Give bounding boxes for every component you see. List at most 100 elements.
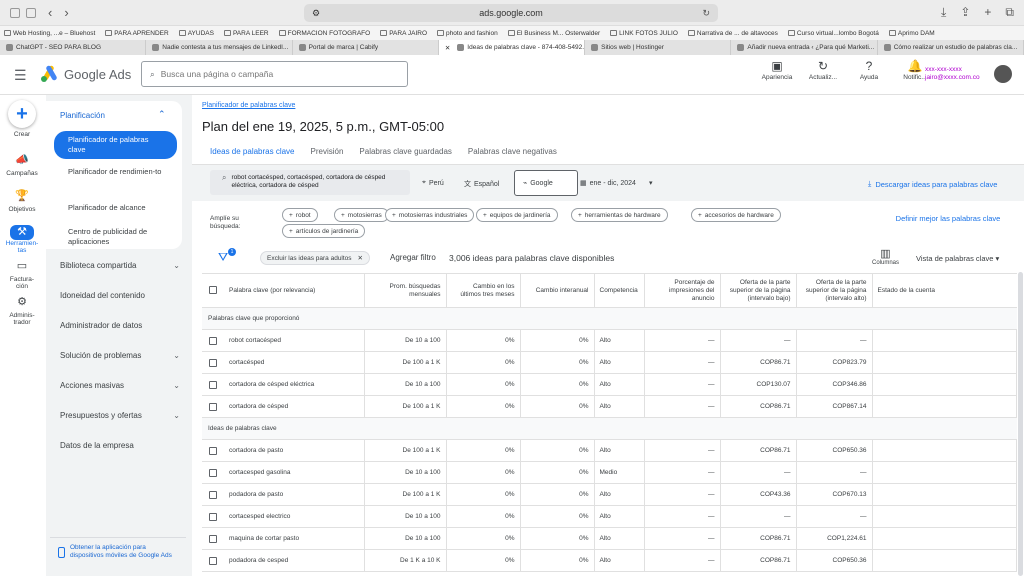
tab-saved-keywords[interactable]: Palabras clave guardadas: [351, 145, 460, 166]
close-icon[interactable]: ✕: [445, 44, 450, 52]
row-checkbox[interactable]: [209, 468, 217, 477]
scrollbar[interactable]: [1018, 272, 1023, 576]
rail-item-create[interactable]: Crear: [0, 131, 44, 138]
nav-group-item[interactable]: Datos de la empresa: [60, 441, 180, 450]
nav-reach-planner[interactable]: Planificador de alcance: [54, 199, 177, 217]
row-checkbox[interactable]: [209, 512, 217, 521]
col-bid-high[interactable]: Oferta de la parte superior de la página…: [796, 273, 873, 308]
browser-tab[interactable]: Portal de marca | Cabify: [293, 40, 439, 55]
nav-group-item[interactable]: Presupuestos y ofertas ⌄: [60, 411, 180, 420]
table-row[interactable]: cortacesped electrico De 10 a 100 0% 0% Alto…: [202, 505, 1017, 528]
nav-group-item[interactable]: Acciones masivas ⌄: [60, 381, 180, 390]
broaden-chip[interactable]: + artículos de jardinería: [282, 224, 366, 238]
table-row[interactable]: podadora de pasto De 100 a 1 K 0% 0% Alto — CO…: [202, 483, 1017, 506]
back-icon[interactable]: ‹: [48, 5, 52, 20]
header-appearance-button[interactable]: ▣ Apariencia: [760, 59, 794, 81]
keyword-query-box[interactable]: ⌕ robot cortacésped, cortacésped, cortad…: [210, 170, 410, 195]
browser-tab[interactable]: Cómo realizar un estudio de palabras cla…: [878, 40, 1024, 55]
header-help-button[interactable]: ? Ayuda: [852, 59, 886, 81]
browser-tab[interactable]: Nadie contesta a tus mensajes de LinkedI…: [146, 40, 293, 55]
rail-item-tools[interactable]: ⚒ Herramien-tas: [0, 225, 44, 254]
bookmark-item[interactable]: AYUDAS: [178, 30, 214, 37]
table-row[interactable]: robot cortacésped De 10 a 100 0% 0% Alto — — —: [202, 329, 1017, 352]
browser-tab[interactable]: ✕ Ideas de palabras clave - 874-408-5492.…: [438, 40, 586, 55]
col-account-status[interactable]: Estado de la cuenta: [872, 273, 1017, 308]
account-info[interactable]: xxx-xxx-xxxx jairo@xxxx.com.co: [925, 66, 980, 82]
breadcrumb[interactable]: Planificador de palabras clave: [202, 102, 295, 109]
tab-forecast[interactable]: Previsión: [303, 145, 352, 166]
create-button[interactable]: +: [8, 100, 36, 128]
nav-group-item[interactable]: Biblioteca compartida ⌄: [60, 261, 180, 270]
bookmark-item[interactable]: PARA JAIRO: [380, 30, 427, 37]
chevron-up-icon[interactable]: ⌃: [158, 109, 166, 120]
tab-keyword-ideas[interactable]: Ideas de palabras clave: [202, 145, 303, 166]
col-three-month-change[interactable]: Cambio en los últimos tres meses: [446, 273, 521, 308]
broaden-chip[interactable]: + accesorios de hardware: [691, 208, 781, 222]
network-filter[interactable]: ⌁ Google: [514, 170, 578, 196]
close-icon[interactable]: ✕: [358, 254, 363, 262]
rail-item-billing[interactable]: ▭ Factura-ción: [0, 261, 44, 291]
table-row[interactable]: cortacesped gasolina De 10 a 100 0% 0% Medio…: [202, 461, 1017, 484]
share-icon[interactable]: ⇪: [960, 5, 970, 20]
bookmark-item[interactable]: Web Hosting, ...e – Bluehost: [4, 30, 95, 37]
rail-item-admin[interactable]: ⚙ Adminis-trador: [0, 297, 44, 327]
col-yoy-change[interactable]: Cambio interanual: [520, 273, 595, 308]
nav-group-item[interactable]: Administrador de datos: [60, 321, 180, 330]
row-checkbox[interactable]: [209, 534, 217, 543]
chevron-down-icon[interactable]: ⌄: [173, 351, 180, 360]
col-keyword[interactable]: Palabra clave (por relevancia): [224, 273, 365, 308]
browser-tab[interactable]: ChatGPT - SEO PARA BLOG: [0, 40, 147, 55]
row-checkbox[interactable]: [209, 446, 217, 455]
address-bar[interactable]: ⚙ ads.google.com ↻: [304, 4, 718, 22]
download-icon[interactable]: ⤓: [941, 5, 946, 20]
nav-performance-planner[interactable]: Planificador de rendimien-to: [54, 163, 177, 181]
browser-tab[interactable]: Sitios web | Hostinger: [585, 40, 732, 55]
bookmark-item[interactable]: El Business M... Osterwalder: [507, 30, 600, 37]
filter-icon[interactable]: ⛛: [218, 250, 228, 265]
chevron-down-icon[interactable]: ⌄: [173, 261, 180, 270]
col-avg-searches[interactable]: Prom. búsquedas mensuales: [364, 273, 447, 308]
bookmark-item[interactable]: PARA LEER: [223, 30, 269, 37]
table-row[interactable]: maquina de cortar pasto De 10 a 100 0% 0% Al…: [202, 527, 1017, 550]
row-checkbox[interactable]: [209, 490, 217, 499]
select-all-checkbox[interactable]: [209, 286, 217, 295]
search-box[interactable]: ⌕: [141, 61, 408, 87]
table-row[interactable]: cortacésped De 100 a 1 K 0% 0% Alto — COP86.71…: [202, 351, 1017, 374]
rail-item-campaigns[interactable]: 📣 Campañas: [0, 155, 44, 178]
add-filter-button[interactable]: Agregar filtro: [390, 253, 436, 262]
row-checkbox[interactable]: [209, 402, 217, 411]
table-row[interactable]: podadora de cesped De 1 K a 10 K 0% 0% Alto —…: [202, 549, 1017, 572]
menu-icon[interactable]: ☰: [14, 67, 27, 84]
adult-filter-chip[interactable]: Excluir las ideas para adultos ✕: [260, 251, 370, 265]
nav-app-advertising-hub[interactable]: Centro de publicidad de aplicaciones: [54, 223, 177, 251]
app-download-link[interactable]: Obtener la aplicación para dispositivos …: [58, 544, 178, 560]
bookmark-item[interactable]: photo and fashion: [437, 30, 498, 37]
language-filter[interactable]: 文 Español: [464, 179, 499, 189]
nav-keyword-planner[interactable]: Planificador de palabras clave: [54, 131, 177, 159]
bookmark-item[interactable]: Narrativa de ... de altavoces: [687, 30, 778, 37]
row-checkbox[interactable]: [209, 358, 217, 367]
broaden-chip[interactable]: + equipos de jardinería: [476, 208, 558, 222]
table-row[interactable]: cortadora de césped De 100 a 1 K 0% 0% Alto —…: [202, 395, 1017, 418]
section-title[interactable]: Planificación: [60, 111, 105, 120]
nav-group-item[interactable]: Solución de problemas ⌄: [60, 351, 180, 360]
broaden-chip[interactable]: + motosierras industriales: [385, 208, 475, 222]
bookmark-item[interactable]: FORMACION FOTOGRAFO: [278, 30, 370, 37]
site-settings-icon[interactable]: ⚙: [312, 8, 320, 19]
chevron-down-icon[interactable]: ⌄: [173, 411, 180, 420]
bookmark-item[interactable]: PARA APRENDER: [105, 30, 169, 37]
table-row[interactable]: cortadora de pasto De 100 a 1 K 0% 0% Alto — C…: [202, 439, 1017, 462]
table-row[interactable]: cortadora de césped eléctrica De 10 a 100…: [202, 373, 1017, 396]
bookmark-item[interactable]: Curso virtual...lombo Bogotá: [787, 30, 879, 37]
rail-item-goals[interactable]: 🏆 Objetivos: [0, 191, 44, 214]
view-selector[interactable]: Vista de palabras clave ▾: [916, 254, 999, 263]
forward-icon[interactable]: ›: [64, 5, 68, 20]
reload-icon[interactable]: ↻: [702, 8, 710, 19]
browser-tab[interactable]: Añadir nueva entrada ‹ ¿Para qué Marketi…: [731, 40, 878, 55]
header-refresh-button[interactable]: ↻ Actualiz...: [806, 59, 840, 81]
tab-negative-keywords[interactable]: Palabras clave negativas: [460, 145, 565, 166]
location-filter[interactable]: ⌖ Perú: [422, 179, 444, 187]
tab-overview-icon[interactable]: ⧉: [1005, 5, 1014, 20]
broaden-chip[interactable]: + motosierras: [334, 208, 389, 222]
chevron-down-icon[interactable]: ⌄: [173, 381, 180, 390]
